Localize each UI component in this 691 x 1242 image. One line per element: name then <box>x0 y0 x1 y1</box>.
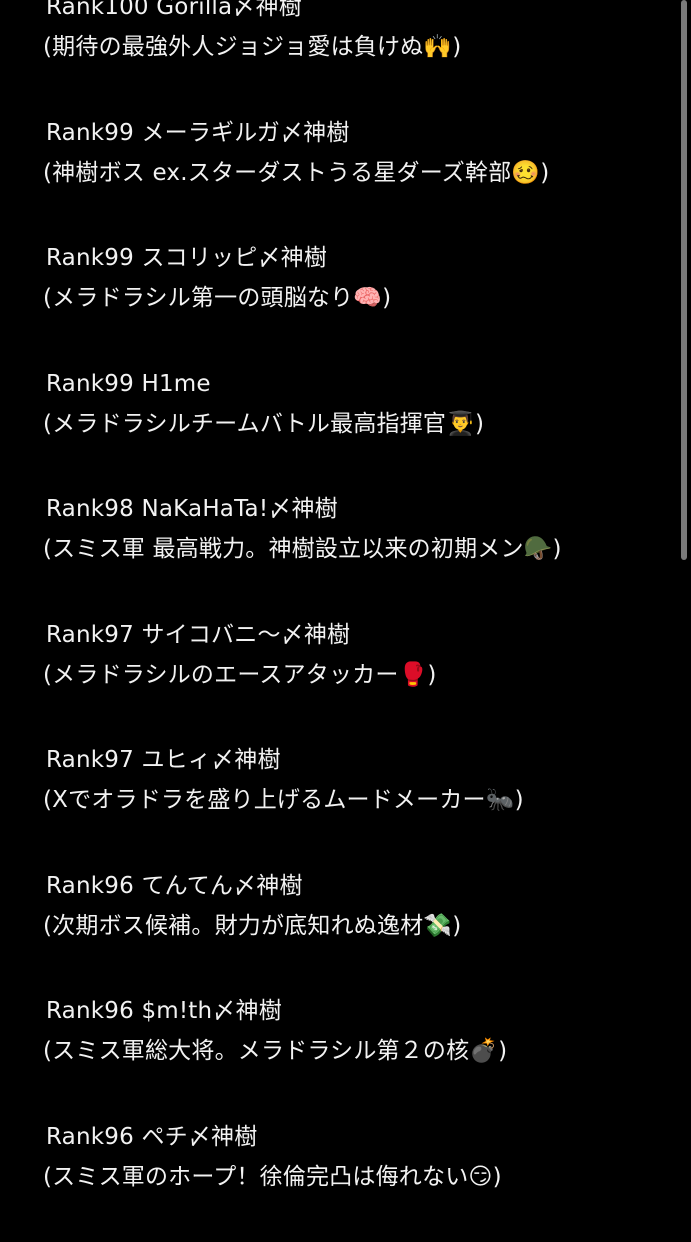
description-line: (神樹ボス ex.スターダストうる星ダーズ幹部🥴) <box>43 153 666 193</box>
list-item: Rank99 スコリッピ〆神樹 (メラドラシル第一の頭脳なり🧠) <box>46 238 666 364</box>
rank-line: Rank99 メーラギルガ〆神樹 <box>46 113 666 153</box>
list-item: Rank97 サイコバニ〜〆神樹 (メラドラシルのエースアタッカー🥊) <box>46 615 666 741</box>
scrollbar-thumb[interactable] <box>681 0 687 560</box>
list-item: Rank98 NaKaHaTa!〆神樹 (スミス軍 最高戦力。神樹設立以来の初期… <box>46 489 666 615</box>
rank-line: Rank96 てんてん〆神樹 <box>46 866 666 906</box>
rank-line: Rank100 Gorilla〆神樹 <box>46 0 666 27</box>
list-item: Rank97 ユヒィ〆神樹 (Xでオラドラを盛り上げるムードメーカー🐜) <box>46 740 666 866</box>
list-item: Rank99 H1me (メラドラシルチームバトル最高指揮官👨‍🎓) <box>46 364 666 490</box>
description-line: (スミス軍 最高戦力。神樹設立以来の初期メン🪖) <box>43 529 666 569</box>
rank-line: Rank97 サイコバニ〜〆神樹 <box>46 615 666 655</box>
rank-line: Rank97 ユヒィ〆神樹 <box>46 740 666 780</box>
rank-line: Rank98 NaKaHaTa!〆神樹 <box>46 489 666 529</box>
list-item: Rank96 ペチ〆神樹 (スミス軍のホープ！徐倫完凸は侮れない😏) <box>46 1117 666 1242</box>
rank-line: Rank99 H1me <box>46 364 666 404</box>
description-line: (メラドラシル第一の頭脳なり🧠) <box>43 278 666 318</box>
rank-line: Rank99 スコリッピ〆神樹 <box>46 238 666 278</box>
description-line: (スミス軍のホープ！徐倫完凸は侮れない😏) <box>43 1157 666 1197</box>
description-line: (メラドラシルのエースアタッカー🥊) <box>43 655 666 695</box>
description-line: (Xでオラドラを盛り上げるムードメーカー🐜) <box>43 780 666 820</box>
description-line: (次期ボス候補。財力が底知れぬ逸材💸) <box>43 906 666 946</box>
list-item: Rank99 メーラギルガ〆神樹 (神樹ボス ex.スターダストうる星ダーズ幹部… <box>46 113 666 239</box>
description-line: (メラドラシルチームバトル最高指揮官👨‍🎓) <box>43 404 666 444</box>
description-line: (スミス軍総大将。メラドラシル第２の核💣) <box>43 1031 666 1071</box>
rank-line: Rank96 ペチ〆神樹 <box>46 1117 666 1157</box>
description-line: (期待の最強外人ジョジョ愛は負けぬ🙌) <box>43 27 666 67</box>
rank-line: Rank96 $m!th〆神樹 <box>46 991 666 1031</box>
list-item: Rank96 てんてん〆神樹 (次期ボス候補。財力が底知れぬ逸材💸) <box>46 866 666 992</box>
note-list: Rank100 Gorilla〆神樹 (期待の最強外人ジョジョ愛は負けぬ🙌) R… <box>46 0 666 1242</box>
list-item: Rank96 $m!th〆神樹 (スミス軍総大将。メラドラシル第２の核💣) <box>46 991 666 1117</box>
list-item: Rank100 Gorilla〆神樹 (期待の最強外人ジョジョ愛は負けぬ🙌) <box>46 0 666 113</box>
